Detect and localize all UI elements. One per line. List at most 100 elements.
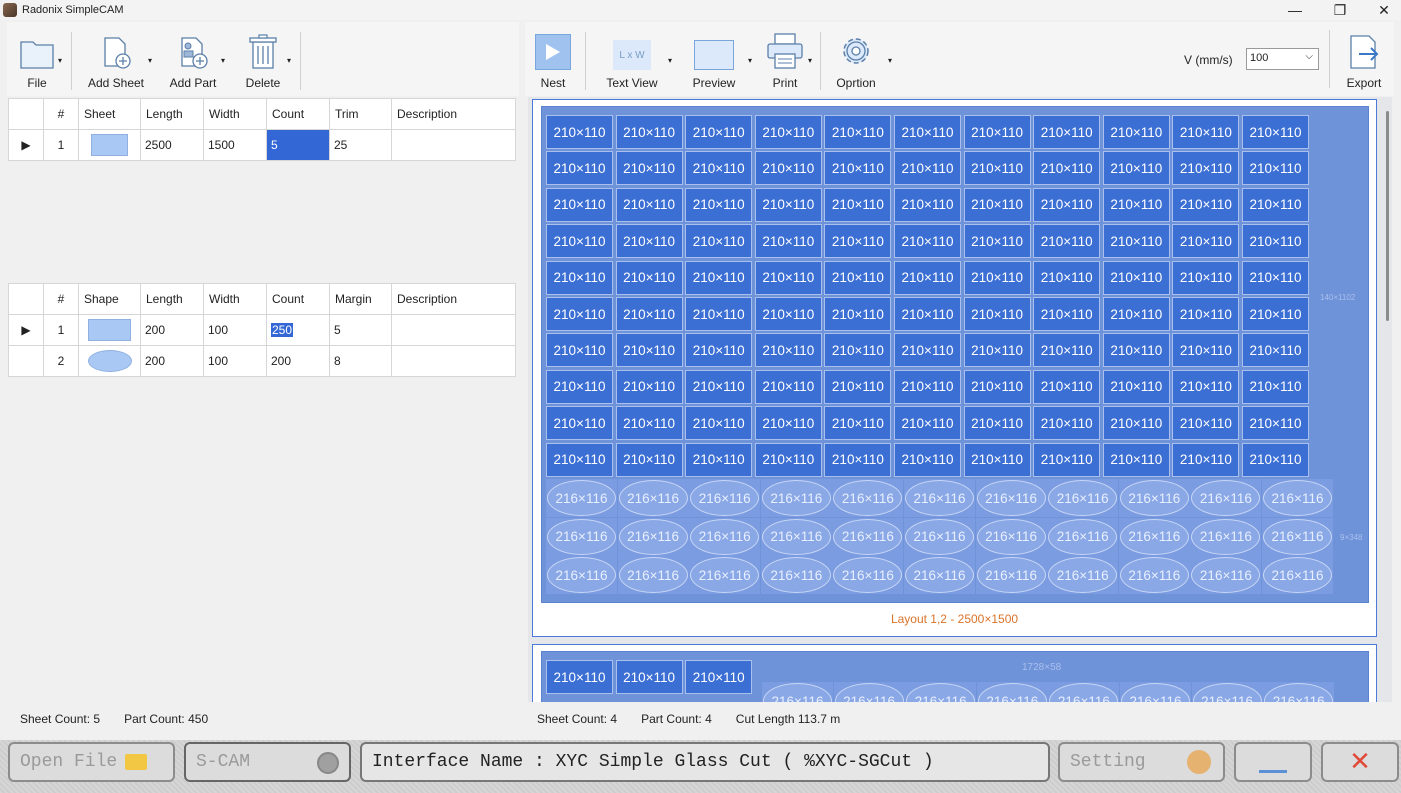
ellipse-part[interactable]: 216×116 — [546, 479, 617, 517]
add-part-button[interactable]: Add Part ▾ — [156, 26, 230, 96]
col-header[interactable]: Length — [140, 98, 204, 130]
layout-card[interactable]: 210×110 210×110 210×110 216×116 216×116 216×… — [532, 644, 1377, 702]
rect-part[interactable]: 210×110 — [1242, 406, 1309, 441]
length-cell[interactable]: 200 — [140, 314, 204, 346]
rect-part[interactable]: 210×110 — [546, 187, 613, 222]
ellipse-part[interactable]: 216×116 — [546, 517, 617, 556]
rect-part[interactable]: 210×110 — [1033, 260, 1101, 295]
rect-part[interactable]: 210×110 — [963, 151, 1031, 186]
table-row[interactable]: ▶ 1 2500 1500 5 25 — [8, 129, 516, 161]
ellipse-part[interactable]: 216×116 — [1118, 517, 1190, 556]
rect-part[interactable]: 210×110 — [1172, 260, 1240, 295]
rect-part[interactable]: 210×110 — [615, 660, 683, 694]
rect-part[interactable]: 210×110 — [546, 260, 613, 295]
col-header[interactable]: Shape — [78, 283, 141, 315]
ellipse-part[interactable]: 216×116 — [617, 517, 689, 556]
col-header[interactable]: Margin — [329, 283, 392, 315]
rect-part[interactable]: 210×110 — [1033, 115, 1101, 149]
ellipse-part[interactable]: 216×116 — [832, 517, 904, 556]
col-header[interactable]: Count — [266, 98, 330, 130]
add-sheet-button[interactable]: Add Sheet ▾ — [76, 26, 156, 96]
rect-part[interactable]: 210×110 — [1172, 406, 1240, 441]
rect-part[interactable]: 210×110 — [615, 151, 683, 186]
file-button[interactable]: File ▾ — [7, 26, 67, 96]
rect-part[interactable]: 210×110 — [1102, 187, 1170, 222]
rect-part[interactable]: 210×110 — [1102, 333, 1170, 368]
ellipse-part[interactable]: 216×116 — [617, 479, 689, 517]
rect-part[interactable]: 210×110 — [1102, 406, 1170, 441]
ellipse-part[interactable]: 216×116 — [1263, 682, 1335, 702]
rect-part[interactable]: 210×110 — [894, 260, 961, 295]
ellipse-part[interactable]: 216×116 — [689, 556, 761, 595]
ellipse-part[interactable]: 216×116 — [904, 556, 975, 595]
rect-part[interactable]: 210×110 — [963, 333, 1031, 368]
description-cell[interactable] — [391, 129, 516, 161]
setting-button[interactable]: Setting — [1058, 742, 1225, 782]
col-header[interactable]: Width — [203, 98, 267, 130]
preview-button[interactable]: Preview ▾ — [674, 26, 754, 96]
rect-part[interactable]: 210×110 — [1172, 297, 1240, 331]
minimize-app-button[interactable] — [1234, 742, 1312, 782]
rect-part[interactable]: 210×110 — [824, 406, 892, 441]
rect-part[interactable]: 210×110 — [963, 369, 1031, 404]
rect-part[interactable]: 210×110 — [685, 187, 753, 222]
rect-part[interactable]: 210×110 — [963, 442, 1031, 477]
ellipse-part[interactable]: 216×116 — [832, 479, 904, 517]
col-header[interactable]: # — [43, 283, 79, 315]
col-header[interactable]: Width — [203, 283, 267, 315]
rect-part[interactable]: 210×110 — [1033, 333, 1101, 368]
ellipse-part[interactable]: 216×116 — [904, 479, 975, 517]
rect-part[interactable]: 210×110 — [615, 406, 683, 441]
add-part-dropdown-icon[interactable]: ▾ — [221, 56, 225, 65]
rect-part[interactable]: 210×110 — [1102, 224, 1170, 259]
export-button[interactable]: Export — [1340, 26, 1388, 96]
shape-cell[interactable] — [78, 314, 141, 346]
ellipse-part[interactable]: 216×116 — [975, 517, 1047, 556]
rect-part[interactable]: 210×110 — [824, 151, 892, 186]
rect-part[interactable]: 210×110 — [1102, 115, 1170, 149]
rect-part[interactable]: 210×110 — [894, 115, 961, 149]
ellipse-part[interactable]: 216×116 — [617, 556, 689, 595]
col-header[interactable]: Count — [266, 283, 330, 315]
rect-part[interactable]: 210×110 — [1102, 369, 1170, 404]
rect-part[interactable]: 210×110 — [546, 660, 613, 694]
rect-part[interactable]: 210×110 — [615, 187, 683, 222]
preview-dropdown-icon[interactable]: ▾ — [748, 56, 752, 65]
width-cell[interactable]: 1500 — [203, 129, 267, 161]
add-sheet-dropdown-icon[interactable]: ▾ — [148, 56, 152, 65]
layout-card[interactable]: 210×110 210×110 210×110 210×110 210×110 210×1… — [532, 99, 1377, 637]
restore-button[interactable]: ❐ — [1320, 0, 1360, 20]
ellipse-part[interactable]: 216×116 — [1048, 682, 1120, 702]
rect-part[interactable]: 210×110 — [1172, 151, 1240, 186]
rect-part[interactable]: 210×110 — [1033, 297, 1101, 331]
rect-part[interactable]: 210×110 — [1172, 115, 1240, 149]
rect-part[interactable]: 210×110 — [1172, 369, 1240, 404]
close-window-button[interactable]: ✕ — [1364, 0, 1401, 20]
ellipse-part[interactable]: 216×116 — [1190, 479, 1262, 517]
rect-part[interactable]: 210×110 — [615, 260, 683, 295]
rect-part[interactable]: 210×110 — [824, 260, 892, 295]
rect-part[interactable]: 210×110 — [615, 297, 683, 331]
rect-part[interactable]: 210×110 — [685, 369, 753, 404]
rect-part[interactable]: 210×110 — [894, 442, 961, 477]
print-dropdown-icon[interactable]: ▾ — [808, 56, 812, 65]
rect-part[interactable]: 210×110 — [1242, 333, 1309, 368]
rect-part[interactable]: 210×110 — [546, 224, 613, 259]
ellipse-part[interactable]: 216×116 — [1047, 517, 1119, 556]
rect-part[interactable]: 210×110 — [1102, 260, 1170, 295]
rect-part[interactable]: 210×110 — [546, 333, 613, 368]
rect-part[interactable]: 210×110 — [1033, 224, 1101, 259]
rect-part[interactable]: 210×110 — [824, 187, 892, 222]
rect-part[interactable]: 210×110 — [963, 406, 1031, 441]
rect-part[interactable]: 210×110 — [685, 406, 753, 441]
rect-part[interactable]: 210×110 — [546, 297, 613, 331]
layout-canvas[interactable]: 210×110 210×110 210×110 210×110 210×110 210×1… — [528, 97, 1392, 702]
rect-part[interactable]: 210×110 — [963, 260, 1031, 295]
ellipse-part[interactable]: 216×116 — [904, 517, 975, 556]
rect-part[interactable]: 210×110 — [685, 260, 753, 295]
rect-part[interactable]: 210×110 — [1033, 442, 1101, 477]
rect-part[interactable]: 210×110 — [894, 369, 961, 404]
ellipse-part[interactable]: 216×116 — [1190, 517, 1262, 556]
count-selected-text[interactable]: 250 — [271, 323, 294, 337]
col-header[interactable]: Description — [391, 98, 516, 130]
